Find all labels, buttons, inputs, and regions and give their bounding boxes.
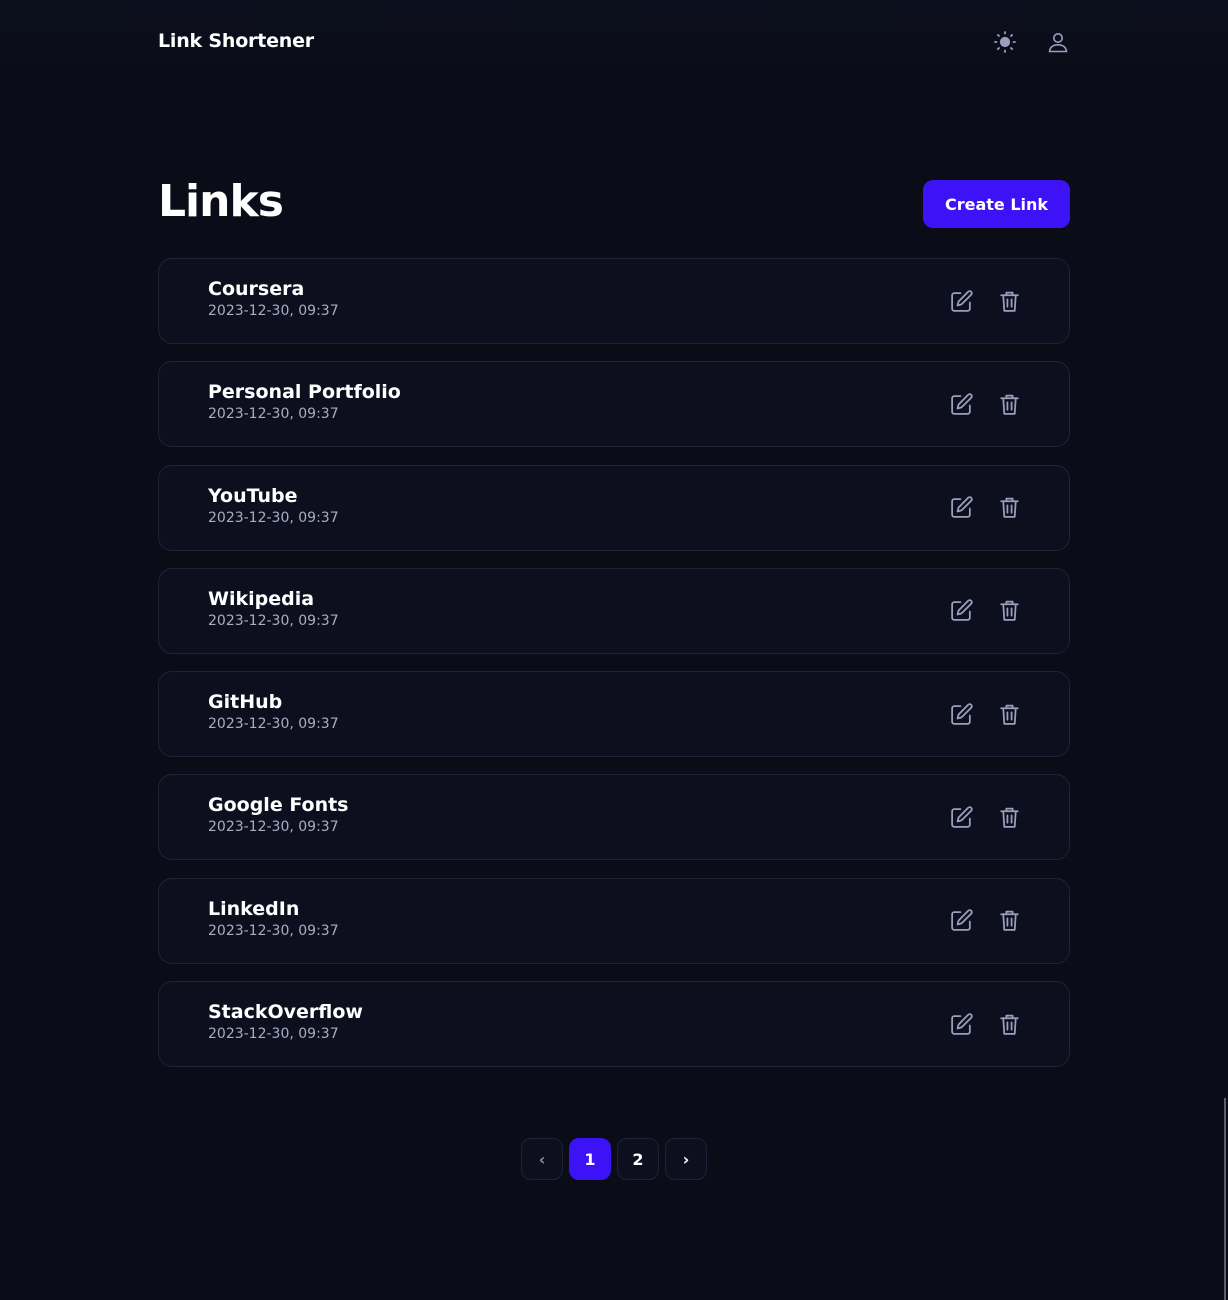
delete-link-button[interactable] xyxy=(995,1010,1023,1038)
trash-icon xyxy=(999,911,1019,932)
scrollbar-thumb[interactable] xyxy=(1224,1098,1226,1300)
next-page-button[interactable]: › xyxy=(665,1138,707,1180)
link-name[interactable]: LinkedIn xyxy=(208,898,299,920)
edit-link-button[interactable] xyxy=(947,287,975,315)
edit-icon xyxy=(950,496,973,518)
brand-title[interactable]: Link Shortener xyxy=(158,30,314,52)
link-card[interactable]: Coursera 2023-12-30, 09:37 xyxy=(158,258,1070,344)
delete-link-button[interactable] xyxy=(995,390,1023,418)
link-card[interactable]: LinkedIn 2023-12-30, 09:37 xyxy=(158,877,1070,964)
edit-icon xyxy=(950,393,973,415)
link-date: 2023-12-30, 09:37 xyxy=(208,303,339,319)
link-date: 2023-12-30, 09:37 xyxy=(208,1026,339,1043)
delete-link-button[interactable] xyxy=(995,700,1023,728)
link-card[interactable]: StackOverflow 2023-12-30, 09:37 xyxy=(158,981,1070,1068)
sun-icon xyxy=(994,31,1016,53)
trash-icon xyxy=(999,497,1019,518)
create-link-button[interactable]: Create Link xyxy=(923,180,1070,228)
link-date: 2023-12-30, 09:37 xyxy=(208,922,339,939)
edit-link-button[interactable] xyxy=(947,700,975,728)
user-icon xyxy=(1048,33,1068,53)
link-card[interactable]: Personal Portfolio 2023-12-30, 09:37 xyxy=(158,361,1070,448)
link-name[interactable]: Coursera xyxy=(208,278,304,300)
trash-icon xyxy=(999,807,1019,828)
page-title: Links xyxy=(158,176,284,227)
edit-link-button[interactable] xyxy=(947,1010,975,1038)
edit-icon xyxy=(950,599,973,622)
edit-link-button[interactable] xyxy=(947,803,975,831)
pagination: ‹ 1 2 › xyxy=(521,1138,707,1180)
trash-icon xyxy=(999,394,1019,415)
edit-link-button[interactable] xyxy=(947,907,975,935)
link-card[interactable]: YouTube 2023-12-30, 09:37 xyxy=(158,464,1070,551)
trash-icon xyxy=(999,291,1019,312)
link-date: 2023-12-30, 09:37 xyxy=(208,509,339,526)
link-card[interactable]: Google Fonts 2023-12-30, 09:37 xyxy=(158,774,1070,861)
edit-icon xyxy=(950,909,973,932)
navbar: Link Shortener xyxy=(0,0,1228,84)
prev-page-button[interactable]: ‹ xyxy=(521,1138,563,1180)
link-card[interactable]: GitHub 2023-12-30, 09:37 xyxy=(158,671,1070,758)
link-name[interactable]: GitHub xyxy=(208,691,282,713)
edit-icon xyxy=(950,702,973,725)
link-date: 2023-12-30, 09:37 xyxy=(208,612,339,629)
link-name[interactable]: Google Fonts xyxy=(208,794,349,816)
edit-link-button[interactable] xyxy=(947,390,975,418)
trash-icon xyxy=(999,704,1019,725)
edit-icon xyxy=(950,1012,973,1035)
user-menu-button[interactable] xyxy=(1044,28,1072,56)
link-card[interactable]: Wikipedia 2023-12-30, 09:37 xyxy=(158,567,1070,654)
delete-link-button[interactable] xyxy=(995,494,1023,522)
trash-icon xyxy=(999,1014,1019,1035)
link-name[interactable]: Wikipedia xyxy=(208,588,314,610)
trash-icon xyxy=(999,601,1019,622)
delete-link-button[interactable] xyxy=(995,803,1023,831)
link-name[interactable]: Personal Portfolio xyxy=(208,381,401,403)
link-date: 2023-12-30, 09:37 xyxy=(208,819,339,836)
delete-link-button[interactable] xyxy=(995,907,1023,935)
link-name[interactable]: StackOverflow xyxy=(208,1001,363,1023)
link-date: 2023-12-30, 09:37 xyxy=(208,406,339,423)
link-name[interactable]: YouTube xyxy=(208,485,297,507)
edit-link-button[interactable] xyxy=(947,597,975,625)
link-date: 2023-12-30, 09:37 xyxy=(208,716,339,733)
delete-link-button[interactable] xyxy=(995,287,1023,315)
links-list: Coursera 2023-12-30, 09:37 Personal Portfo… xyxy=(158,258,1070,1084)
edit-link-button[interactable] xyxy=(947,494,975,522)
delete-link-button[interactable] xyxy=(995,597,1023,625)
edit-icon xyxy=(950,289,973,312)
edit-icon xyxy=(950,806,973,828)
page-button-2[interactable]: 2 xyxy=(617,1138,659,1180)
theme-toggle-button[interactable] xyxy=(991,28,1019,56)
page-button-1[interactable]: 1 xyxy=(569,1138,611,1180)
